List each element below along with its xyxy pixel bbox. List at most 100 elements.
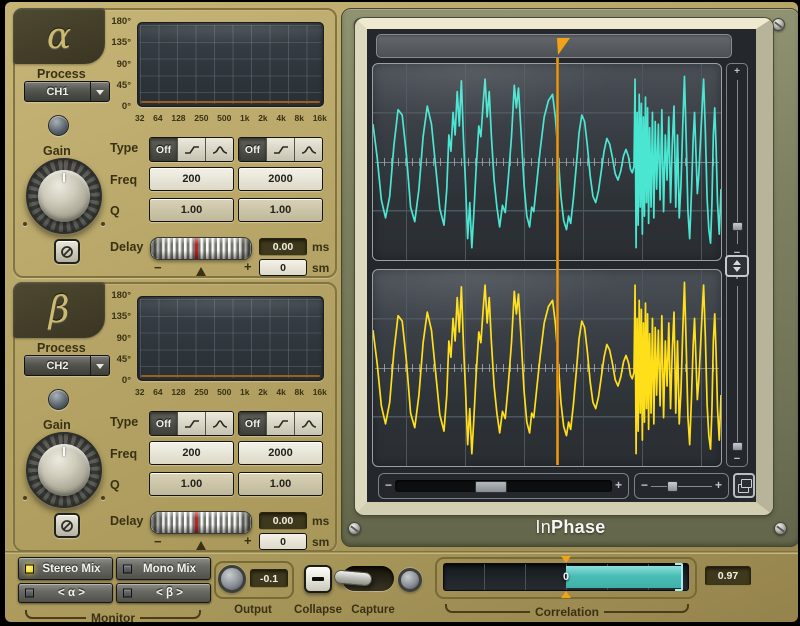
chevron-down-icon[interactable] bbox=[90, 82, 109, 101]
freq-field-1[interactable]: 200 bbox=[149, 441, 234, 465]
zoom-out-label[interactable]: − bbox=[641, 478, 648, 492]
type-off-button[interactable]: Off bbox=[239, 412, 266, 435]
delay-samples-field[interactable]: 0 bbox=[259, 533, 307, 550]
correlation-group-bracket: Correlation bbox=[445, 599, 689, 613]
type-off-button[interactable]: Off bbox=[150, 412, 177, 435]
process-label: Process bbox=[37, 341, 86, 355]
phase-invert-icon bbox=[60, 245, 74, 259]
type-off-button[interactable]: Off bbox=[239, 138, 266, 161]
delay-ms-display[interactable]: 0.00 bbox=[259, 238, 307, 256]
q-field-2[interactable]: 1.00 bbox=[238, 198, 323, 222]
button-label: < α > bbox=[58, 587, 85, 599]
arrow-down-icon bbox=[733, 267, 741, 276]
correlation-value-display: 0.97 bbox=[705, 566, 751, 586]
zoom-in-label[interactable]: + bbox=[715, 478, 722, 492]
delay-samples-field[interactable]: 0 bbox=[259, 259, 307, 276]
bell-filter-icon bbox=[300, 418, 318, 430]
vertical-zoom-slider-alpha[interactable]: + − bbox=[726, 63, 748, 261]
link-panes-button[interactable] bbox=[733, 473, 755, 498]
collapse-button[interactable] bbox=[304, 565, 332, 593]
freq-field-2[interactable]: 2000 bbox=[238, 441, 323, 465]
capture-switch-lever[interactable] bbox=[333, 569, 372, 586]
scroll-minus-label[interactable]: − bbox=[385, 478, 392, 492]
horizontal-scrollbar[interactable]: − + bbox=[378, 473, 629, 499]
output-value-display[interactable]: -0.1 bbox=[250, 569, 288, 588]
chevron-down-icon[interactable] bbox=[90, 356, 109, 375]
delay-plus[interactable]: + bbox=[244, 259, 252, 274]
slider-thumb[interactable] bbox=[667, 481, 678, 492]
monitor-alpha-button[interactable]: < α > bbox=[18, 583, 113, 603]
delay-wheel[interactable] bbox=[150, 511, 252, 534]
playback-cursor[interactable] bbox=[556, 58, 559, 465]
freq-field-2[interactable]: 2000 bbox=[238, 167, 323, 191]
horizontal-zoom-slider[interactable]: − + bbox=[634, 473, 729, 499]
zoom-out-label[interactable]: − bbox=[727, 453, 747, 465]
display-bezel: + − + − − + − bbox=[355, 18, 773, 515]
divider bbox=[5, 551, 798, 554]
process-dropdown[interactable]: CH2 bbox=[24, 355, 110, 376]
deg-label: 135° bbox=[111, 311, 131, 322]
delay-plus[interactable]: + bbox=[244, 533, 252, 548]
bell-filter-icon bbox=[211, 418, 229, 430]
phase-invert-button[interactable] bbox=[54, 513, 80, 538]
bell-filter-button[interactable] bbox=[205, 138, 233, 161]
vertical-zoom-slider-beta[interactable]: + − bbox=[726, 269, 748, 467]
led-indicator bbox=[123, 589, 132, 598]
phase-invert-button[interactable] bbox=[54, 239, 80, 264]
shelf-filter-button[interactable] bbox=[266, 412, 294, 435]
delay-pointer-icon bbox=[196, 262, 206, 276]
pane-height-spinner[interactable] bbox=[725, 255, 749, 277]
output-knob[interactable] bbox=[218, 565, 246, 593]
gain-knob[interactable] bbox=[26, 432, 102, 508]
type-label: Type bbox=[110, 141, 138, 155]
waveform-pane-beta[interactable] bbox=[372, 269, 722, 467]
channel-led-button[interactable] bbox=[48, 115, 69, 136]
monitor-beta-button[interactable]: < β > bbox=[116, 583, 211, 603]
q-field-1[interactable]: 1.00 bbox=[149, 198, 234, 222]
process-dropdown[interactable]: CH1 bbox=[24, 81, 110, 102]
type-off-button[interactable]: Off bbox=[150, 138, 177, 161]
knob-pointer-icon bbox=[63, 447, 65, 456]
delay-minus[interactable]: − bbox=[154, 534, 162, 549]
capture-button[interactable] bbox=[398, 568, 422, 592]
delay-ms-display[interactable]: 0.00 bbox=[259, 512, 307, 530]
shelf-filter-button[interactable] bbox=[177, 138, 205, 161]
stereo-mix-button[interactable]: Stereo Mix bbox=[18, 557, 113, 580]
inphase-plugin-window: α 180° 135° 90° 45° 0° 32641282505001k2k… bbox=[5, 2, 798, 622]
deg-label: 135° bbox=[111, 37, 131, 48]
scrollbar-thumb[interactable] bbox=[475, 481, 507, 493]
slider-thumb[interactable] bbox=[732, 222, 743, 231]
delay-minus[interactable]: − bbox=[154, 260, 162, 275]
bell-filter-button[interactable] bbox=[294, 138, 322, 161]
deg-label: 180° bbox=[111, 290, 131, 301]
process-value[interactable]: CH2 bbox=[25, 356, 90, 375]
delay-wheel[interactable] bbox=[150, 237, 252, 260]
bell-filter-button[interactable] bbox=[205, 412, 233, 435]
q-field-2[interactable]: 1.00 bbox=[238, 472, 323, 496]
waveform-display-module: + − + − − + − bbox=[341, 8, 798, 547]
mono-mix-button[interactable]: Mono Mix bbox=[116, 557, 211, 580]
q-field-1[interactable]: 1.00 bbox=[149, 472, 234, 496]
waveform-pane-alpha[interactable] bbox=[372, 63, 722, 261]
sm-unit-label: sm bbox=[312, 535, 329, 549]
gain-knob[interactable] bbox=[26, 158, 102, 234]
monitor-group-bracket: Monitor bbox=[25, 605, 201, 619]
overview-timeline-strip[interactable] bbox=[376, 34, 732, 58]
shelf-filter-button[interactable] bbox=[266, 138, 294, 161]
shelf-filter-button[interactable] bbox=[177, 412, 205, 435]
playhead-flag-icon[interactable] bbox=[557, 38, 570, 55]
bell-filter-button[interactable] bbox=[294, 412, 322, 435]
phase-response-graph bbox=[137, 296, 324, 381]
process-value[interactable]: CH1 bbox=[25, 82, 90, 101]
slider-thumb[interactable] bbox=[732, 442, 743, 451]
arrow-up-icon bbox=[733, 256, 741, 265]
freq-field-1[interactable]: 200 bbox=[149, 167, 234, 191]
gain-label: Gain bbox=[43, 144, 71, 158]
scroll-plus-label[interactable]: + bbox=[615, 478, 622, 492]
zoom-in-label[interactable]: + bbox=[727, 66, 747, 77]
plugin-title: InPhase bbox=[342, 517, 798, 538]
delay-label: Delay bbox=[110, 240, 143, 254]
q-label: Q bbox=[110, 478, 120, 492]
button-label: < β > bbox=[156, 587, 183, 599]
channel-led-button[interactable] bbox=[48, 389, 69, 410]
